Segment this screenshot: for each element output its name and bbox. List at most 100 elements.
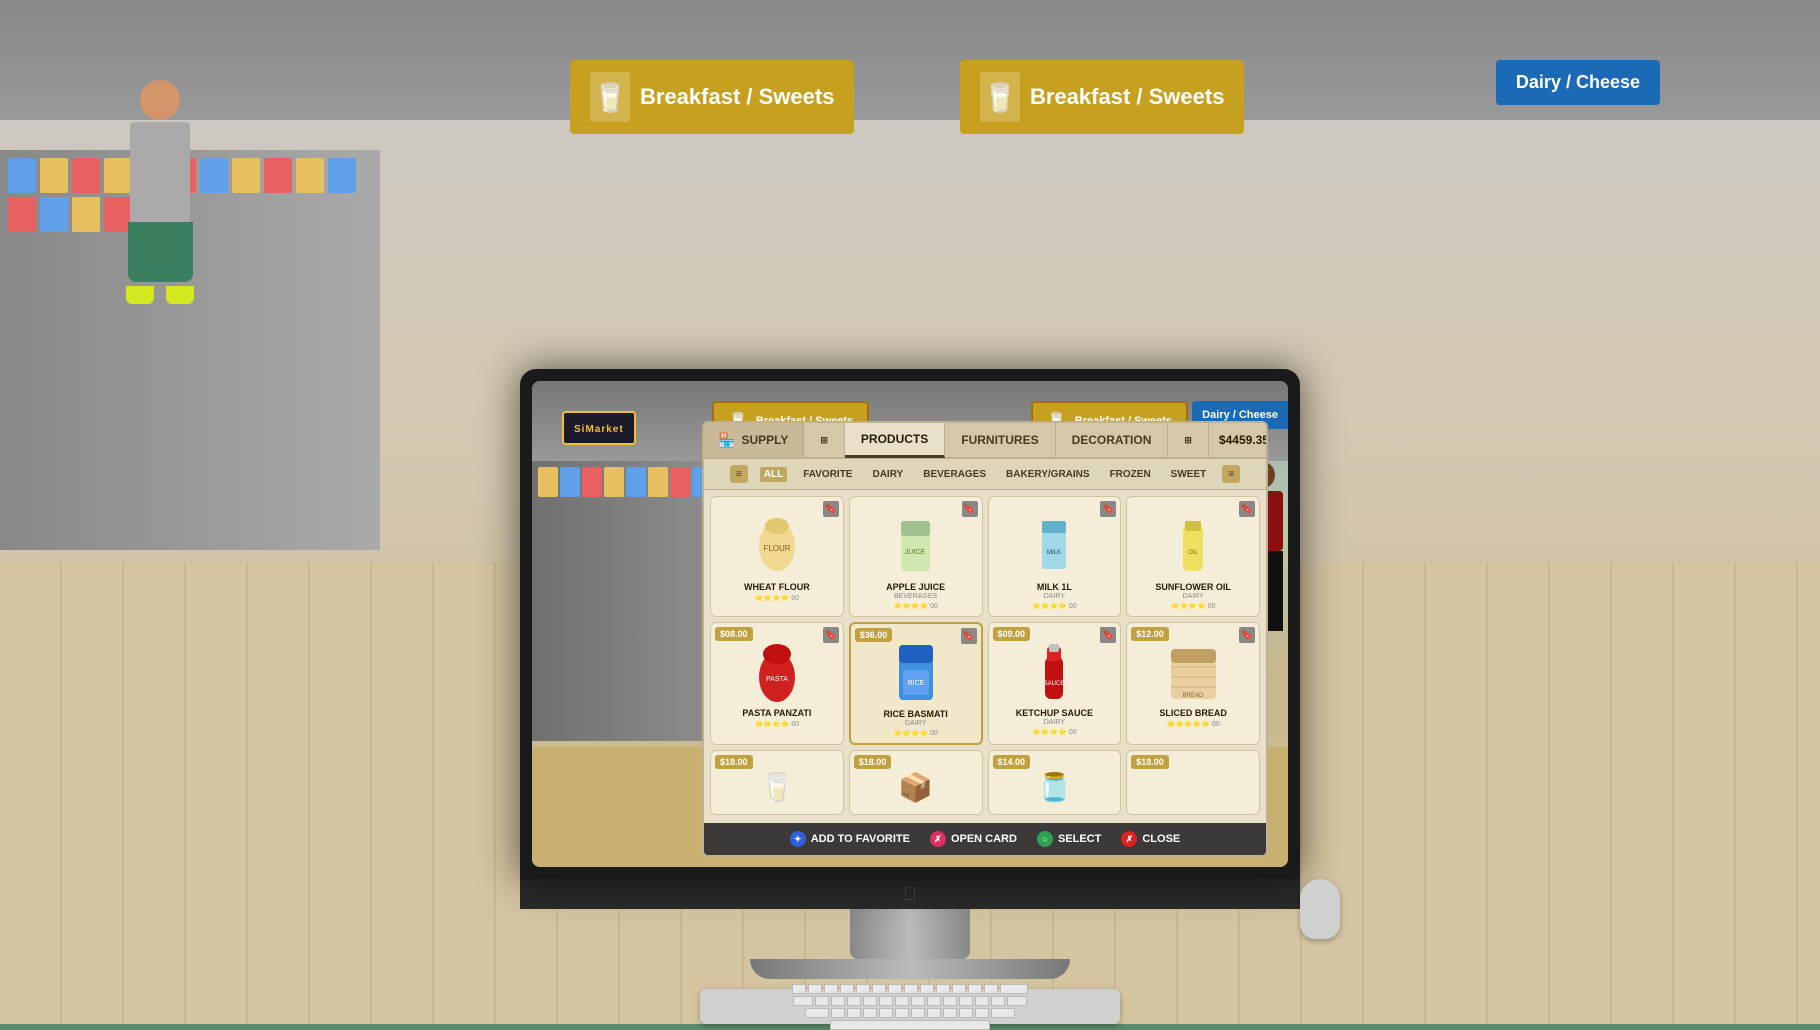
bookmark-rice[interactable]: 🔖 (961, 628, 977, 644)
product-apple-juice[interactable]: 🔖 JUICE APPLE JUICE BEVERAGES ⭐⭐⭐⭐ 00 (849, 496, 983, 617)
tab-products[interactable]: PRODUCTS (845, 422, 945, 458)
product-partial-d[interactable]: $18.00 (1126, 750, 1260, 815)
sunflower-oil-rating: ⭐⭐⭐⭐ 00 (1171, 602, 1216, 610)
wheat-flour-rating: ⭐⭐⭐⭐ 00 (755, 594, 800, 602)
filter-all[interactable]: ALL (760, 467, 787, 482)
product-ketchup[interactable]: $09.00 🔖 SAUCE KETCHUP SAUCE DAIRY ⭐⭐⭐⭐ … (988, 622, 1122, 745)
bookmark-milk[interactable]: 🔖 (1100, 501, 1116, 517)
product-rice-basmati[interactable]: $36.00 🔖 RICE RICE BASMATI DAIRY ⭐⭐⭐⭐ 00 (849, 622, 983, 745)
filter-beverages[interactable]: BEVERAGES (919, 467, 990, 482)
product-partial-c[interactable]: $14.00 🫙 (988, 750, 1122, 815)
sign-icon-2: 🥛 (980, 72, 1020, 122)
milk-image: MILK (1024, 513, 1084, 578)
partial-b-image: 📦 (850, 771, 982, 804)
tab-decoration[interactable]: DECORATION (1056, 422, 1169, 458)
filter-bakery-grains[interactable]: BAKERY/GRAINS (1002, 467, 1094, 482)
milk-rating: ⭐⭐⭐⭐ 00 (1032, 602, 1077, 610)
product-wheat-flour[interactable]: 🔖 FLOUR WHEAT FLOUR ⭐⭐⭐⭐ 00 (710, 496, 844, 617)
tab-furnitures[interactable]: FURNITURES (945, 422, 1055, 458)
rice-name: RICE BASMATI (883, 709, 947, 719)
supply-tab[interactable]: 🏪 SUPPLY (704, 423, 804, 457)
filter-sweet[interactable]: SWEET (1167, 467, 1211, 482)
svg-text:RICE: RICE (907, 680, 924, 687)
npc-man-head (140, 80, 180, 120)
ketchup-name: KETCHUP SAUCE (1016, 708, 1093, 718)
bread-image: BREAD (1163, 639, 1223, 704)
products-area[interactable]: 🔖 FLOUR WHEAT FLOUR ⭐⭐⭐⭐ 00 🔖 (704, 490, 1266, 842)
bookmark-ketchup[interactable]: 🔖 (1100, 627, 1116, 643)
game-logo: SiMarket (562, 411, 636, 445)
apple-juice-rating: ⭐⭐⭐⭐ 00 (893, 602, 938, 610)
bread-price: $12.00 (1131, 627, 1169, 641)
svg-text:BREAD: BREAD (1182, 693, 1203, 699)
bookmark-wheat-flour[interactable]: 🔖 (823, 501, 839, 517)
npc-man-shoes (120, 286, 200, 304)
pasta-rating: ⭐⭐⭐⭐ 00 (755, 720, 800, 728)
close-btn[interactable]: ✗ CLOSE (1121, 831, 1180, 847)
sunflower-oil-name: SUNFLOWER OIL (1155, 582, 1231, 592)
filter-favorite[interactable]: FAVORITE (799, 467, 856, 482)
panel-header: 🏪 SUPPLY ⊞ PRODUCTS FURNITURES (704, 423, 1266, 459)
filter-icon-left: ≡ (730, 465, 748, 483)
svg-text:OIL: OIL (1188, 550, 1198, 556)
pasta-name: PASTA PANZATI (742, 708, 811, 718)
balance-amount: $4459.35 (1219, 433, 1268, 447)
supply-icon: 🏪 (718, 432, 735, 449)
supply-panel: 🏪 SUPPLY ⊞ PRODUCTS FURNITURES (702, 421, 1268, 857)
partial-c-image: 🫙 (989, 771, 1121, 804)
filter-icon-right: ≡ (1222, 465, 1240, 483)
apple-juice-sub: BEVERAGES (894, 593, 937, 600)
partial-d-price: $18.00 (1131, 755, 1169, 769)
sign-icon-1: 🥛 (590, 72, 630, 122)
svg-text:PASTA: PASTA (766, 676, 788, 683)
bookmark-bread[interactable]: 🔖 (1239, 627, 1255, 643)
apple-juice-name: APPLE JUICE (886, 582, 945, 592)
milk-sub: DAIRY (1044, 593, 1065, 600)
product-row-1: 🔖 FLOUR WHEAT FLOUR ⭐⭐⭐⭐ 00 🔖 (710, 496, 1260, 617)
ketchup-price: $09.00 (993, 627, 1031, 641)
mouse[interactable] (1300, 879, 1340, 939)
rice-image: RICE (886, 640, 946, 705)
sunflower-oil-sub: DAIRY (1182, 593, 1203, 600)
product-milk[interactable]: 🔖 MILK MILK 1L DAIRY ⭐⭐⭐⭐ 00 (988, 496, 1122, 617)
bookmark-apple-juice[interactable]: 🔖 (962, 501, 978, 517)
open-card-btn[interactable]: ✗ OPEN CARD (930, 831, 1017, 847)
filter-frozen[interactable]: FROZEN (1106, 467, 1155, 482)
balance-area: $4459.35 🛒 (1209, 430, 1268, 450)
product-partial-b[interactable]: $18.00 📦 (849, 750, 983, 815)
screen-content: SiMarket 🥛 Breakfast / Sweets 🥛 Breakfas… (532, 381, 1288, 867)
ketchup-image: SAUCE (1024, 639, 1084, 704)
keyboard[interactable] (700, 989, 1120, 1024)
npc-man-body (130, 122, 190, 222)
select-btn[interactable]: ○ SELECT (1037, 831, 1101, 847)
wheat-flour-image: FLOUR (747, 513, 807, 578)
rice-rating: ⭐⭐⭐⭐ 00 (893, 729, 938, 737)
wheat-flour-name: WHEAT FLOUR (744, 582, 810, 592)
store-sign-3: Dairy / Cheese (1496, 60, 1660, 105)
product-sunflower-oil[interactable]: 🔖 OIL SUNFLOWER OIL DAIRY ⭐⭐⭐⭐ 00 (1126, 496, 1260, 617)
milk-name: MILK 1L (1037, 582, 1072, 592)
action-bar: ✦ ADD TO FAVORITE ✗ OPEN CARD ○ SELECT (704, 823, 1266, 855)
imac-screen: SiMarket 🥛 Breakfast / Sweets 🥛 Breakfas… (520, 369, 1300, 879)
store-sign-1: 🥛 Breakfast / Sweets (570, 60, 854, 134)
filter-dairy[interactable]: DAIRY (868, 467, 907, 482)
close-icon: ✗ (1121, 831, 1137, 847)
product-pasta-panzati[interactable]: $08.00 🔖 PASTA PASTA PANZATI ⭐⭐⭐⭐ 00 (710, 622, 844, 745)
bookmark-sunflower-oil[interactable]: 🔖 (1239, 501, 1255, 517)
imac-computer: SiMarket 🥛 Breakfast / Sweets 🥛 Breakfas… (460, 369, 1360, 1024)
product-row-3: $18.00 🥛 $18.00 📦 $14.00 🫙 (710, 750, 1260, 815)
partial-a-image: 🥛 (711, 771, 843, 804)
svg-text:JUICE: JUICE (905, 549, 926, 556)
apple-logo:  (903, 884, 917, 905)
shoe-right (166, 286, 194, 304)
product-partial-a[interactable]: $18.00 🥛 (710, 750, 844, 815)
select-icon: ○ (1037, 831, 1053, 847)
rice-sub: DAIRY (905, 720, 926, 727)
bookmark-pasta[interactable]: 🔖 (823, 627, 839, 643)
product-sliced-bread[interactable]: $12.00 🔖 BREAD SLICED BREAD ⭐⭐⭐⭐⭐ 00 (1126, 622, 1260, 745)
pasta-price: $08.00 (715, 627, 753, 641)
partial-a-price: $18.00 (715, 755, 753, 769)
imac-stand-base (750, 959, 1070, 979)
add-to-favorite-btn[interactable]: ✦ ADD TO FAVORITE (790, 831, 910, 847)
bread-rating: ⭐⭐⭐⭐⭐ 00 (1166, 720, 1219, 728)
